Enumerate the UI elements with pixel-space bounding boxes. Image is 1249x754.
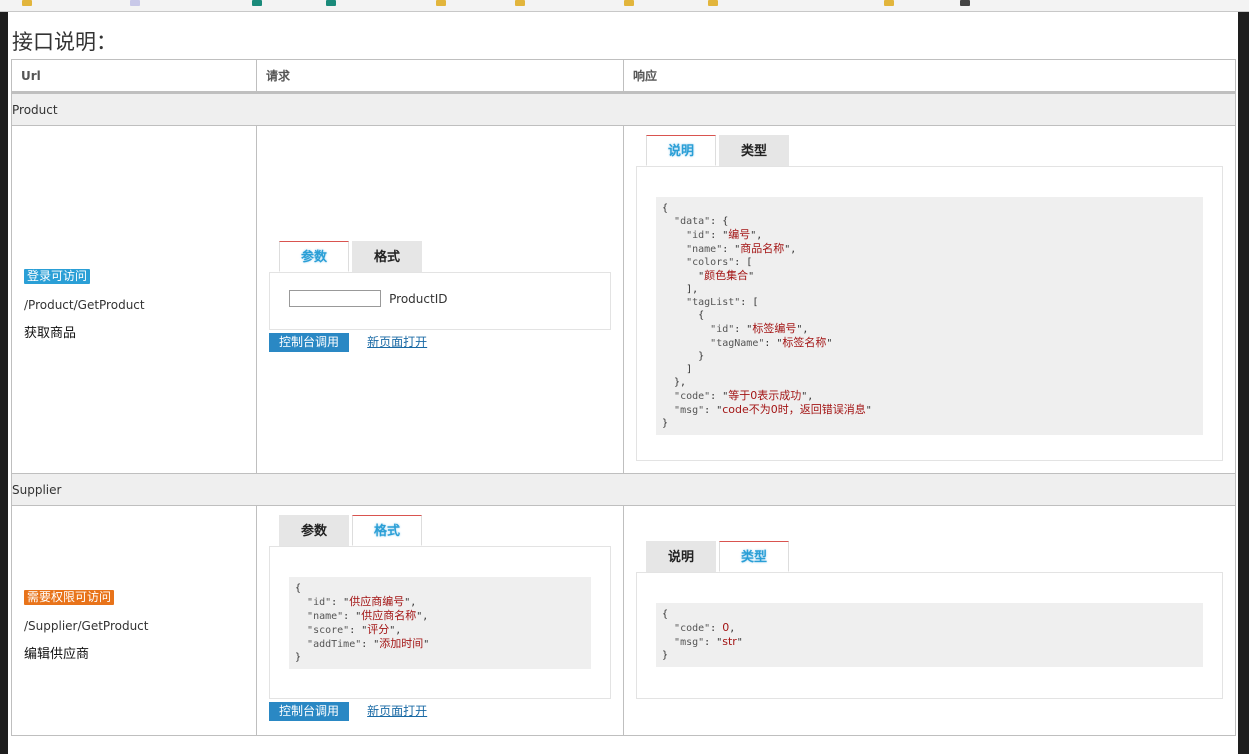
header-response: 响应 [623,59,1236,94]
group-row-product: Product [11,92,1236,126]
api-doc-page: 接口说明： Url 请求 响应 Product 登录可访问 /Product/G… [8,12,1238,754]
open-new-page-link[interactable]: 新页面打开 [367,335,427,349]
field-colors-desc: 颜色集合 [704,269,749,282]
request-cell: 参数 格式 ProductID 控制台调用 新页面打开 [256,125,624,474]
field-code-type: 0 [722,621,730,634]
tab-format[interactable]: 格式 [352,241,422,272]
access-badge: 需要权限可访问 [24,589,115,605]
table-header-row: Url 请求 响应 [11,59,1236,94]
api-description: 获取商品 [24,325,77,341]
background-editor-gutter [0,12,8,754]
response-tabs: 说明 类型 [646,135,1235,166]
bookmark-icon[interactable] [326,0,336,6]
field-tag-id-desc: 标签编号 [752,322,797,335]
header-url: Url [11,59,257,94]
response-tabs: 说明 类型 [646,541,1235,572]
bookmark-folder-icon[interactable] [436,0,446,6]
tab-type[interactable]: 类型 [719,541,789,572]
bookmark-folder-icon[interactable] [515,0,525,6]
response-description-panel: { "data": { "id": "编号", "name": "商品名称", … [636,166,1223,461]
request-cell: 参数 格式 { "id": "供应商编号", "name": "供应商名称", … [256,505,624,736]
field-msg-desc: code不为0时，返回错误消息 [722,403,866,416]
request-tabs: 参数 格式 [279,241,623,272]
api-url: /Product/GetProduct [24,297,145,312]
page-title: 接口说明： [12,30,117,54]
bookmark-folder-icon[interactable] [624,0,634,6]
console-call-button[interactable]: 控制台调用 [269,333,350,352]
tab-params[interactable]: 参数 [279,515,349,546]
bookmark-folder-icon[interactable] [884,0,894,6]
access-badge: 登录可访问 [24,268,91,284]
header-request: 请求 [256,59,624,94]
bookmark-icon[interactable] [960,0,970,6]
open-new-page-link[interactable]: 新页面打开 [367,704,427,718]
bookmark-folder-icon[interactable] [22,0,32,6]
tab-type[interactable]: 类型 [719,135,789,166]
field-addtime-desc: 添加时间 [379,637,424,650]
window-edge [1238,12,1249,754]
bookmark-icon[interactable] [130,0,140,6]
request-tabs: 参数 格式 [279,515,623,546]
field-id-desc: 编号 [728,228,751,241]
bookmark-folder-icon[interactable] [708,0,718,6]
group-name: Product [11,92,1236,126]
console-call-button[interactable]: 控制台调用 [269,702,350,721]
response-cell: 说明 类型 { "data": { "id": "编号", "name": "商… [623,125,1236,474]
bookmark-icon[interactable] [252,0,262,6]
format-panel: { "id": "供应商编号", "name": "供应商名称", "score… [269,546,611,699]
response-code-block: { "data": { "id": "编号", "name": "商品名称", … [656,197,1203,435]
tab-format[interactable]: 格式 [352,515,422,546]
field-msg-type: str [722,635,737,648]
api-table: Url 请求 响应 Product 登录可访问 /Product/GetProd… [11,59,1236,736]
tab-description[interactable]: 说明 [646,541,716,572]
field-name-desc: 供应商名称 [361,609,417,622]
url-cell: 登录可访问 /Product/GetProduct 获取商品 [11,125,257,474]
tab-params[interactable]: 参数 [279,241,349,272]
tab-description[interactable]: 说明 [646,135,716,166]
group-row-supplier: Supplier [11,473,1236,506]
field-name-desc: 商品名称 [740,242,785,255]
group-name: Supplier [11,473,1236,506]
param-label: ProductID [389,291,448,306]
response-code-block: { "code": 0, "msg": "str" } [656,603,1203,667]
api-description: 编辑供应商 [24,646,90,662]
field-tag-name-desc: 标签名称 [782,336,827,349]
api-url: /Supplier/GetProduct [24,618,149,633]
api-row-supplier: 需要权限可访问 /Supplier/GetProduct 编辑供应商 参数 格式… [11,505,1236,736]
field-score-desc: 评分 [367,623,390,636]
response-cell: 说明 类型 { "code": 0, "msg": "str" } [623,505,1236,736]
response-type-panel: { "code": 0, "msg": "str" } [636,572,1223,699]
params-panel: ProductID [269,272,611,330]
field-id-desc: 供应商编号 [349,595,405,608]
field-code-desc: 等于0表示成功 [728,389,802,402]
request-code-block: { "id": "供应商编号", "name": "供应商名称", "score… [289,577,591,669]
browser-bookmarks-bar [0,0,1249,12]
api-row-product: 登录可访问 /Product/GetProduct 获取商品 参数 格式 Pro… [11,125,1236,474]
url-cell: 需要权限可访问 /Supplier/GetProduct 编辑供应商 [11,505,257,736]
product-id-input[interactable] [289,290,381,307]
